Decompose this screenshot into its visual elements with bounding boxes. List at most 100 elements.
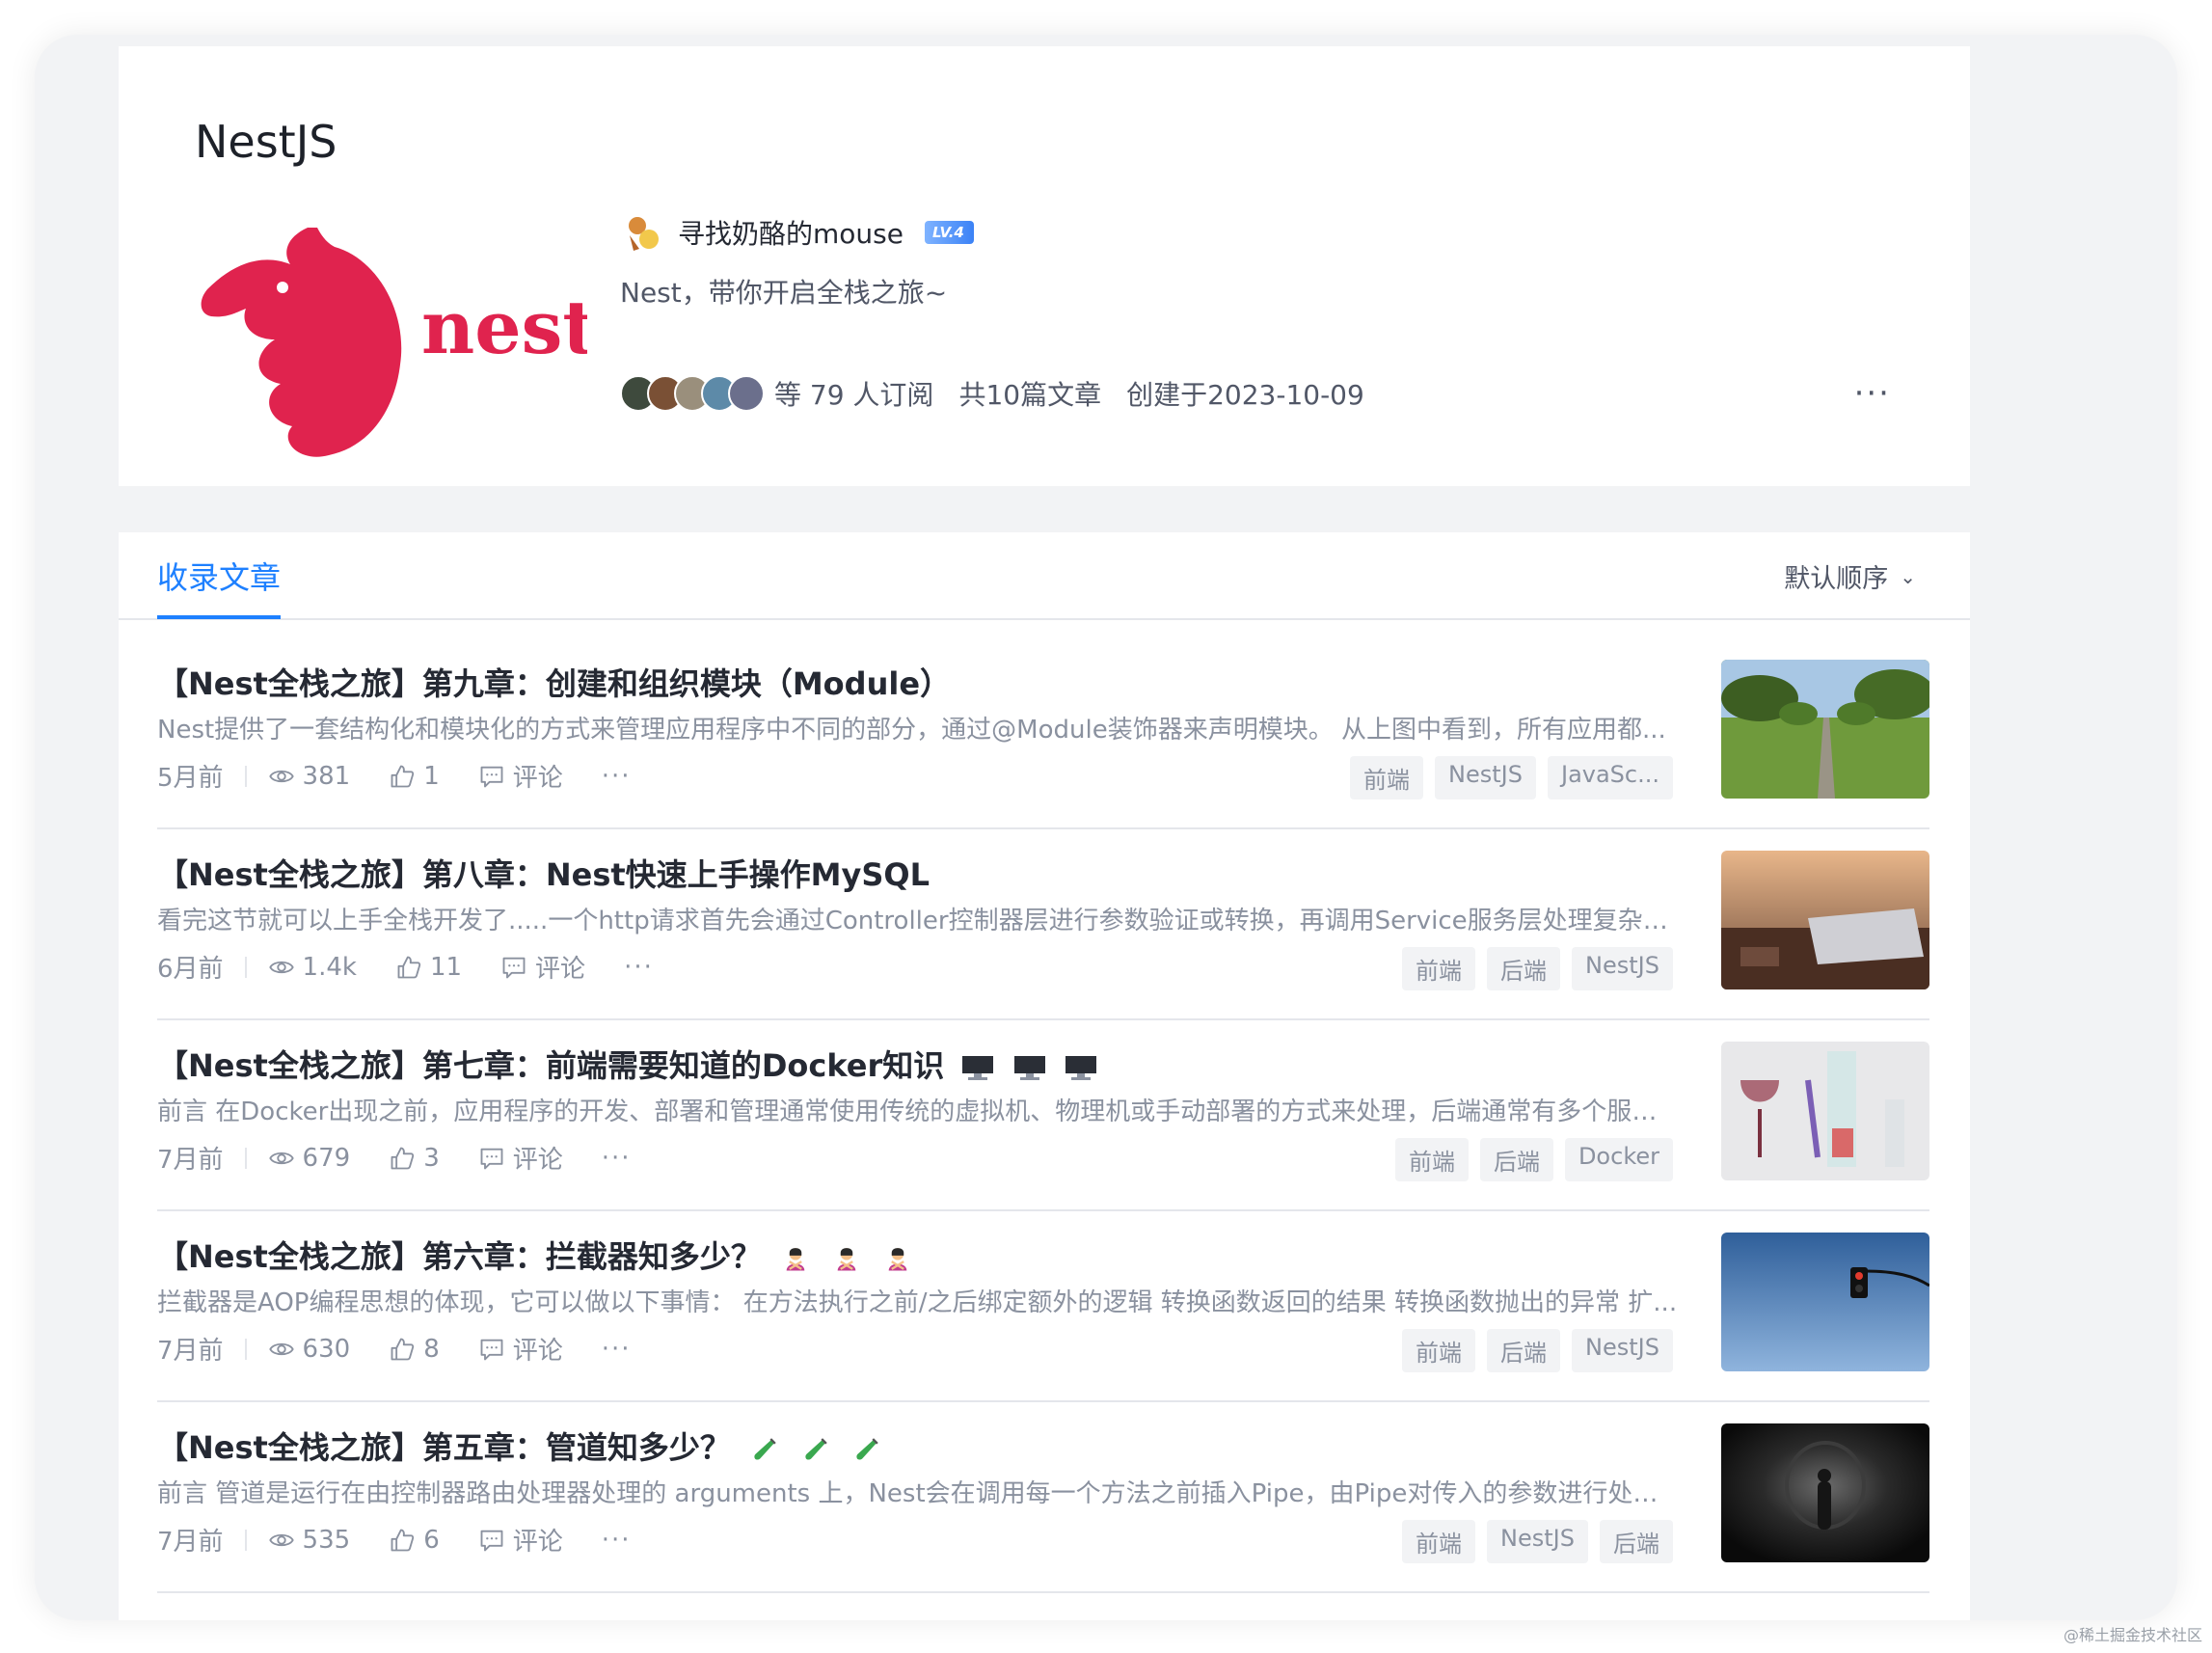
article-tags: 前端 后端 Docker [1394,1138,1673,1181]
test-tube-icon [856,1438,878,1460]
thumbs-up-icon [397,956,421,978]
article-thumbnail[interactable] [1721,851,1929,989]
article-title-row[interactable]: 【Nest全栈之旅】第七章：前端需要知道的Docker知识 [157,1042,1098,1086]
tag[interactable]: 前端 [1402,947,1476,990]
comment-icon [480,1339,503,1360]
eye-icon [268,1152,294,1164]
tag[interactable]: Docker [1564,1138,1673,1181]
tab-active-indicator [157,615,281,619]
comment-button[interactable]: 评论 [478,1522,563,1558]
comment-button[interactable]: 评论 [500,949,585,985]
comment-label: 评论 [512,1337,563,1366]
column-title: NestJS [195,116,337,168]
tag[interactable]: JavaSc... [1547,756,1673,799]
author-name[interactable]: 寻找奶酪的mouse [678,213,904,252]
view-count: 1.4k [302,952,357,982]
tag[interactable]: NestJS [1572,1329,1673,1372]
comment-icon [480,1530,503,1551]
article-summary: 前言 在Docker出现之前，应用程序的开发、部署和管理通常使用传统的虚拟机、物… [157,1097,1681,1126]
comment-icon [480,1148,503,1169]
subscriber-count: 等 79 人订阅 [774,379,934,411]
tag[interactable]: NestJS [1572,947,1673,990]
article-tags: 前端 后端 NestJS [1402,1329,1673,1372]
article-meta: 7月前 535 6 评论 ··· [157,1522,632,1558]
article-title[interactable]: 【Nest全栈之旅】第五章：管道知多少？ [157,1429,731,1466]
tab-collected-articles[interactable]: 收录文章 [157,554,281,598]
article-thumbnail[interactable] [1721,1042,1929,1180]
comment-label: 评论 [512,764,563,793]
comment-label: 评论 [512,1146,563,1175]
app-window: NestJS nest 寻找奶酪的mouse LV.4 Nest，带你开启全栈之… [35,35,2177,1620]
woman-gesturing-no-icon [786,1248,805,1271]
article-item[interactable]: 【Nest全栈之旅】第五章：管道知多少？ 前言 管道是运行在由控制器路由处理器处… [157,1402,1929,1593]
article-list-card: 收录文章 默认顺序 ⌄ 【Nest全栈之旅】第九章：创建和组织模块（Module… [119,532,1970,1620]
comment-label: 评论 [512,1528,563,1557]
woman-gesturing-no-icon [888,1248,907,1271]
article-more-button[interactable]: ··· [602,1144,632,1173]
column-description: Nest，带你开启全栈之旅~ [620,277,948,309]
author-row[interactable]: 寻找奶酪的mouse LV.4 [620,210,974,255]
article-title[interactable]: 【Nest全栈之旅】第八章：Nest快速上手操作MySQL [157,851,930,895]
article-title[interactable]: 【Nest全栈之旅】第七章：前端需要知道的Docker知识 [157,1047,944,1084]
article-thumbnail[interactable] [1721,1233,1929,1371]
tag[interactable]: 前端 [1350,756,1424,799]
views: 381 [268,761,351,791]
author-avatar[interactable] [620,210,664,255]
article-time: 7月前 [157,1146,224,1175]
tag[interactable]: 前端 [1402,1329,1476,1372]
views: 679 [268,1143,351,1173]
svg-text:nest: nest [421,285,587,370]
view-count: 679 [302,1143,351,1173]
article-more-button[interactable]: ··· [624,953,654,982]
article-title[interactable]: 【Nest全栈之旅】第九章：创建和组织模块（Module） [157,660,951,704]
article-item[interactable]: 【Nest全栈之旅】第九章：创建和组织模块（Module） Nest提供了一套结… [157,638,1929,829]
divider [244,956,247,978]
thumbs-up-icon [391,1529,415,1551]
comment-button[interactable]: 评论 [478,1140,563,1176]
article-thumbnail[interactable] [1721,660,1929,799]
article-item[interactable]: 【Nest全栈之旅】第七章：前端需要知道的Docker知识 前言 在Docker… [157,1020,1929,1211]
like-count: 3 [423,1143,440,1173]
monitor-icon [1065,1056,1096,1080]
like-button[interactable]: 3 [389,1144,440,1173]
more-options-button[interactable]: ··· [1854,374,1891,413]
monitor-icon [962,1056,994,1080]
article-tags: 前端 后端 NestJS [1402,947,1673,990]
article-item[interactable]: 【Nest全栈之旅】第八章：Nest快速上手操作MySQL 看完这节就可以上手全… [157,829,1929,1020]
tag[interactable]: 后端 [1600,1520,1673,1563]
article-more-button[interactable]: ··· [602,762,632,791]
tag[interactable]: 后端 [1487,947,1561,990]
like-count: 1 [423,761,440,791]
article-item[interactable]: 【Nest全栈之旅】第六章：拦截器知多少？ 拦截器是AOP编程思想的体现，它可以… [157,1211,1929,1402]
tag[interactable]: 前端 [1394,1138,1469,1181]
like-button[interactable]: 1 [389,762,440,791]
tag[interactable]: NestJS [1487,1520,1588,1563]
eye-icon [268,1342,294,1355]
article-title-row[interactable]: 【Nest全栈之旅】第五章：管道知多少？ [157,1423,884,1468]
tag[interactable]: 前端 [1402,1520,1476,1563]
subscriber-avatars[interactable] [620,375,765,412]
article-time: 6月前 [157,955,224,984]
article-thumbnail[interactable] [1721,1423,1929,1562]
subscriber-avatar [728,375,765,412]
tag[interactable]: 后端 [1487,1329,1561,1372]
sort-dropdown[interactable]: 默认顺序 ⌄ [1784,557,1916,595]
test-tube-icon [754,1438,776,1460]
like-count: 8 [423,1334,440,1364]
comment-button[interactable]: 评论 [478,1331,563,1367]
article-more-button[interactable]: ··· [602,1335,632,1364]
view-count: 535 [302,1525,351,1555]
like-button[interactable]: 11 [395,953,462,982]
article-tags: 前端 NestJS JavaSc... [1350,756,1673,799]
article-title-row[interactable]: 【Nest全栈之旅】第六章：拦截器知多少？ [157,1233,915,1277]
comment-button[interactable]: 评论 [478,758,563,794]
article-summary: 拦截器是AOP编程思想的体现，它可以做以下事情： 在方法执行之前/之后绑定额外的… [157,1288,1678,1317]
watermark: @稀土掘金技术社区 [2063,1626,2202,1644]
view-count: 381 [302,761,351,791]
tag[interactable]: NestJS [1435,756,1536,799]
article-title[interactable]: 【Nest全栈之旅】第六章：拦截器知多少？ [157,1238,762,1275]
like-button[interactable]: 8 [389,1335,440,1364]
tag[interactable]: 后端 [1479,1138,1553,1181]
article-more-button[interactable]: ··· [602,1526,632,1555]
like-button[interactable]: 6 [389,1526,440,1555]
